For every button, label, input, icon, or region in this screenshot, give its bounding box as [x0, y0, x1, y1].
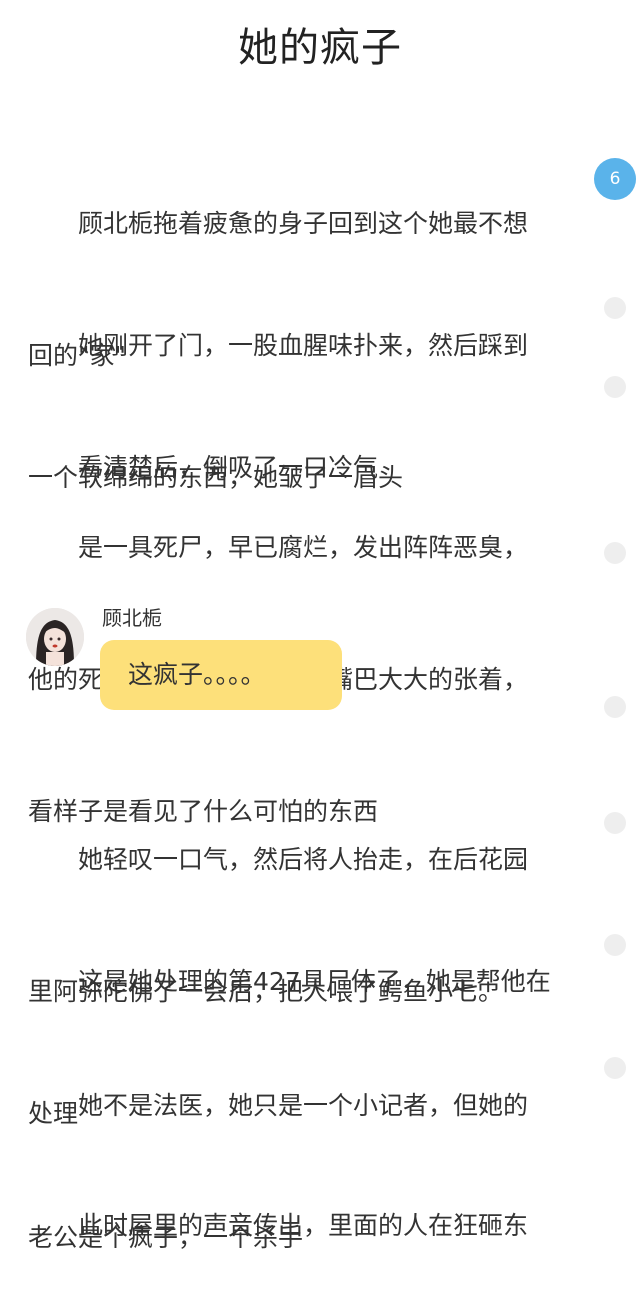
chat-bubble: 这疯子。。。。 — [100, 640, 342, 710]
comment-marker[interactable] — [604, 812, 626, 834]
comment-marker[interactable] — [604, 297, 626, 319]
comment-marker[interactable] — [604, 696, 626, 718]
comment-count: 6 — [609, 169, 621, 189]
comment-count-badge[interactable]: 6 — [594, 158, 636, 200]
comment-marker[interactable] — [604, 542, 626, 564]
chat-message: 顾北栀 这疯子。。。。 — [26, 606, 366, 716]
comment-marker[interactable] — [604, 934, 626, 956]
paragraph-line: 是一具死尸，早已腐烂，发出阵阵恶臭， — [28, 533, 529, 562]
avatar-portrait-icon — [26, 608, 84, 666]
paragraph-line: 此时屋里的声音传出，里面的人在狂砸东 — [28, 1211, 529, 1240]
comment-marker[interactable] — [604, 376, 626, 398]
comment-marker[interactable] — [604, 1057, 626, 1079]
page-title: 她的疯子 — [238, 25, 402, 71]
paragraph: 此时屋里的声音传出，里面的人在狂砸东 — [28, 1116, 583, 1292]
avatar[interactable] — [26, 608, 84, 666]
chat-sender-name: 顾北栀 — [102, 606, 162, 630]
